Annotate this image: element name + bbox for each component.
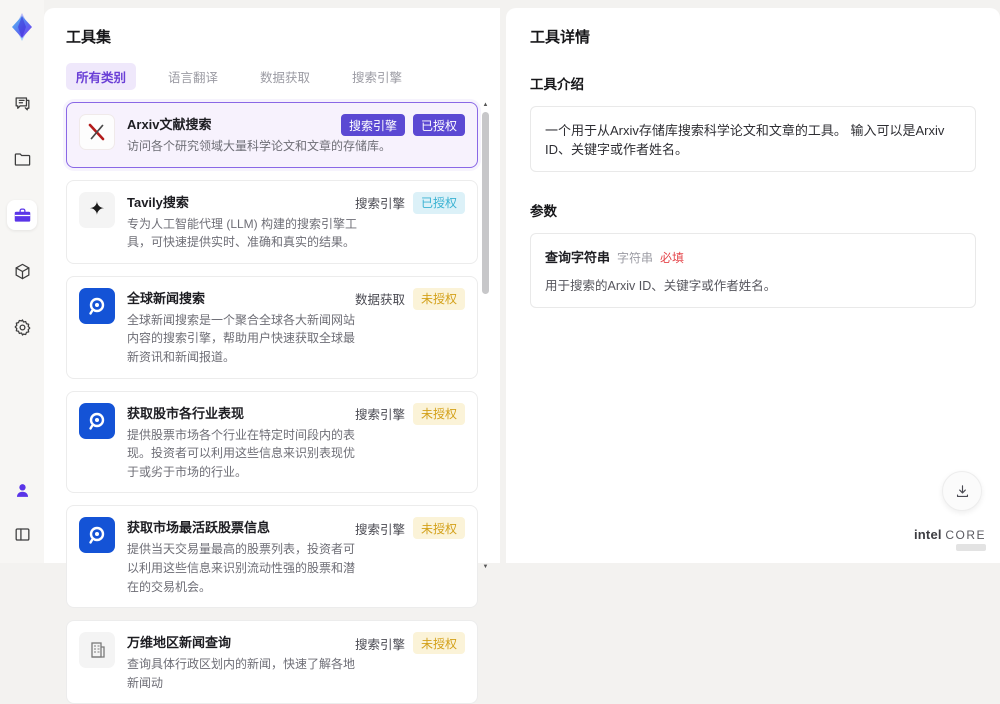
auth-status-badge: 未授权 [413,403,465,425]
param-type: 字符串 [617,249,653,266]
page-title: 工具集 [66,26,500,47]
auth-status-badge: 未授权 [413,632,465,654]
category-label: 数据获取 [355,289,405,308]
tool-card-tavily[interactable]: ✦ Tavily搜索 专为人工智能代理 (LLM) 构建的搜索引擎工具，可快速提… [66,180,478,264]
user-avatar-icon[interactable] [7,475,37,505]
star-icon: ✦ [79,192,115,228]
chat-icon[interactable] [7,88,37,118]
tool-list: Arxiv文献搜索 访问各个研究领域大量科学论文和文章的存储库。 搜索引擎 已授… [66,102,490,704]
category-label: 搜索引擎 [355,193,405,212]
detail-title: 工具详情 [530,26,976,47]
arxiv-icon [79,114,115,150]
tool-card-global-news[interactable]: 全球新闻搜索 全球新闻搜索是一个聚合全球各大新闻网站内容的搜索引擎，帮助用户快速… [66,276,478,379]
auth-status-badge: 未授权 [413,288,465,310]
scrollbar[interactable]: ▲ ▼ [481,102,490,570]
tool-desc: 访问各个研究领域大量科学论文和文章的存储库。 [127,137,419,156]
tool-desc: 查询具体行政区划内的新闻，快速了解各地新闻动 [127,655,359,692]
rail-bottom [7,475,37,549]
core-wordmark: CORE [945,528,986,542]
tab-language-translation[interactable]: 语言翻译 [158,63,228,90]
download-icon [954,483,971,500]
package-icon[interactable] [7,256,37,286]
param-required-flag: 必填 [660,249,684,266]
tool-card-arxiv[interactable]: Arxiv文献搜索 访问各个研究领域大量科学论文和文章的存储库。 搜索引擎 已授… [66,102,478,168]
tool-card-regional-news[interactable]: 万维地区新闻查询 查询具体行政区划内的新闻，快速了解各地新闻动 搜索引擎 未授权 [66,620,478,704]
tool-desc: 全球新闻搜索是一个聚合全球各大新闻网站内容的搜索引擎，帮助用户快速获取全球最新资… [127,311,359,367]
tool-desc: 提供当天交易量最高的股票列表，投资者可以利用这些信息来识别流动性强的股票和潜在的… [127,540,359,596]
intel-ultra-badge [956,544,986,551]
tool-card-sector-performance[interactable]: 获取股市各行业表现 提供股票市场各个行业在特定时间段内的表现。投资者可以利用这些… [66,391,478,494]
category-label: 搜索引擎 [355,634,405,653]
auth-status-badge: 已授权 [413,192,465,214]
params-heading: 参数 [530,200,976,220]
param-desc: 用于搜索的Arxiv ID、关键字或作者姓名。 [545,275,961,294]
download-button[interactable] [942,471,982,511]
intel-core-logo: intel CORE [914,527,986,551]
building-icon [79,632,115,668]
intro-text: 一个用于从Arxiv存储库搜索科学论文和文章的工具。 输入可以是Arxiv ID… [530,106,976,172]
folder-icon[interactable] [7,144,37,174]
settings-icon[interactable] [7,312,37,342]
intel-wordmark: intel [914,527,942,542]
category-label: 搜索引擎 [355,404,405,423]
app-rail [0,0,44,563]
scrollbar-down-icon[interactable]: ▼ [482,564,489,570]
tab-search-engine[interactable]: 搜索引擎 [342,63,412,90]
news-globe-icon [79,403,115,439]
scrollbar-up-icon[interactable]: ▲ [482,102,489,108]
rail-nav [7,88,37,342]
news-globe-icon [79,288,115,324]
intro-heading: 工具介绍 [530,73,976,93]
tab-data-fetch[interactable]: 数据获取 [250,63,320,90]
tool-list-panel: 工具集 所有类别 语言翻译 数据获取 搜索引擎 Arxiv文献搜索 访问各个研究… [44,8,500,563]
category-tabs: 所有类别 语言翻译 数据获取 搜索引擎 [66,63,500,90]
tool-desc: 提供股票市场各个行业在特定时间段内的表现。投资者可以利用这些信息来识别表现优于或… [127,426,359,482]
category-label: 搜索引擎 [355,519,405,538]
tool-desc: 专为人工智能代理 (LLM) 构建的搜索引擎工具，可快速提供实时、准确和真实的结… [127,215,359,252]
category-badge: 搜索引擎 [341,114,405,136]
tool-detail-panel: 工具详情 工具介绍 一个用于从Arxiv存储库搜索科学论文和文章的工具。 输入可… [506,8,1000,563]
scrollbar-thumb[interactable] [482,112,489,294]
news-globe-icon [79,517,115,553]
auth-status-badge: 已授权 [413,114,465,136]
auth-status-badge: 未授权 [413,517,465,539]
tool-card-active-stocks[interactable]: 获取市场最活跃股票信息 提供当天交易量最高的股票列表，投资者可以利用这些信息来识… [66,505,478,608]
tab-all-categories[interactable]: 所有类别 [66,63,136,90]
param-card: 查询字符串 字符串 必填 用于搜索的Arxiv ID、关键字或作者姓名。 [530,233,976,308]
app-logo-icon [7,12,37,42]
collapse-panel-icon[interactable] [7,519,37,549]
toolbox-icon[interactable] [7,200,37,230]
param-name: 查询字符串 [545,247,610,266]
